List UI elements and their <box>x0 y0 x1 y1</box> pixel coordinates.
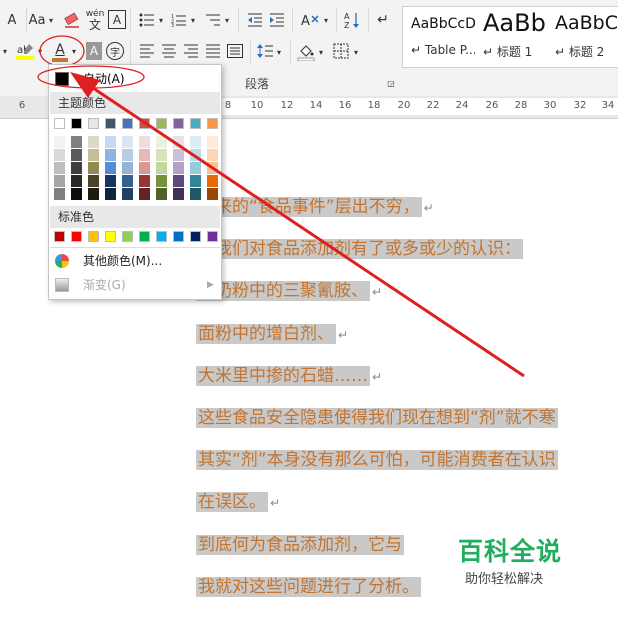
watermark-title: 百科全说 <box>458 537 563 566</box>
watermark-subtitle: 助你轻松解决 <box>465 572 544 587</box>
watermark-logo: 百科全说 助你轻松解决 <box>440 524 590 594</box>
